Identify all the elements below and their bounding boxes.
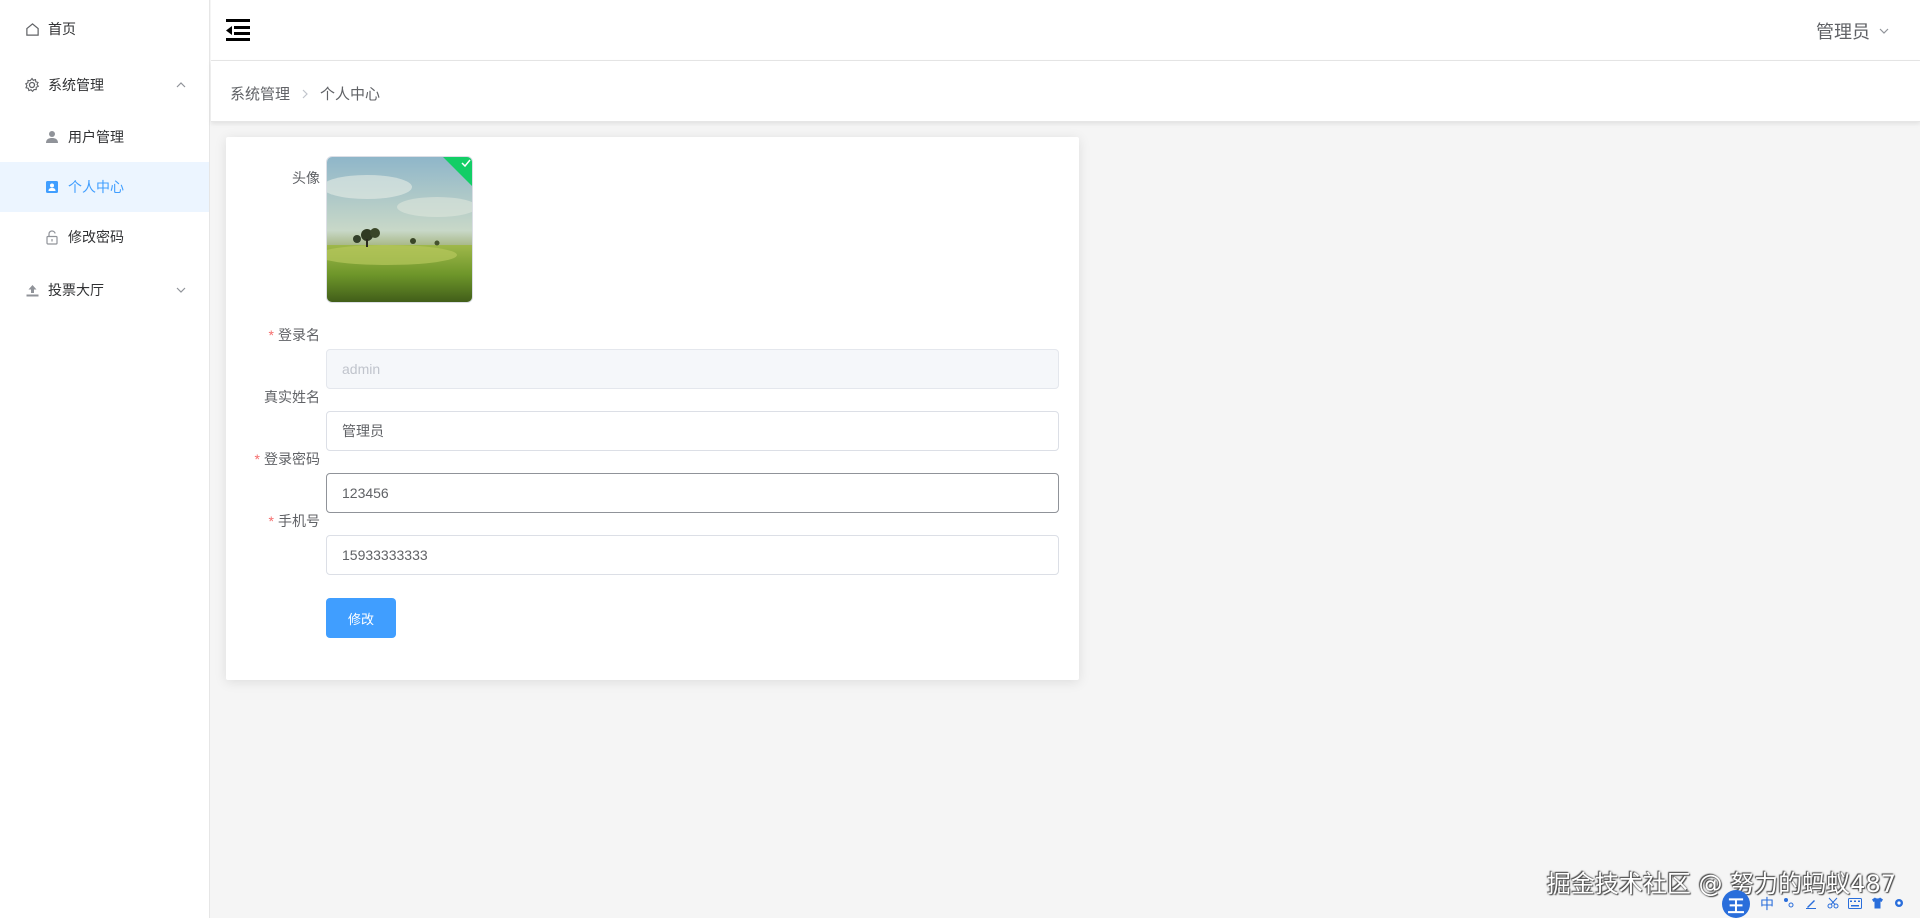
password-label-text: 登录密码 (264, 451, 320, 467)
menu-collapse-icon[interactable] (224, 17, 252, 43)
avatar-uploader[interactable] (326, 156, 473, 303)
sidebar-item-label: 系统管理 (48, 77, 104, 93)
sidebar-item-label: 投票大厅 (48, 282, 104, 298)
avatar-label: 头像 (200, 168, 320, 188)
sidebar: 首页 系统管理 用户管理 个人中心 修改密码 投票大厅 (0, 0, 210, 918)
real-name-input[interactable] (326, 411, 1059, 451)
check-icon (461, 159, 471, 168)
upload-icon (24, 282, 40, 298)
phone-label: * 手机号 (200, 511, 320, 531)
sidebar-item-label: 用户管理 (68, 129, 124, 145)
user-dropdown[interactable]: 管理员 (1816, 18, 1890, 44)
unlock-icon (44, 229, 60, 245)
chevron-down-icon (176, 287, 186, 293)
user-icon (44, 129, 60, 145)
required-mark: * (254, 451, 260, 467)
settings-icon[interactable] (1888, 896, 1910, 912)
login-name-label-text: 登录名 (278, 327, 320, 343)
real-name-label: 真实姓名 (200, 387, 320, 407)
required-mark: * (268, 327, 274, 343)
profile-card: 头像 * 登录名 admin 真实姓名 管理员 * 登录密码 123456 * … (226, 137, 1079, 680)
ime-logo[interactable]: 王 (1722, 890, 1750, 918)
login-name-input (326, 349, 1059, 389)
password-input[interactable] (326, 473, 1059, 513)
punctuation-icon[interactable] (1778, 896, 1800, 912)
sidebar-item-users[interactable]: 用户管理 (0, 112, 209, 162)
sidebar-item-profile[interactable]: 个人中心 (0, 162, 209, 212)
real-name-label-text: 真实姓名 (264, 389, 320, 405)
shirt-icon[interactable] (1866, 896, 1888, 912)
breadcrumb: 系统管理 个人中心 (230, 83, 380, 104)
avatar-label-text: 头像 (292, 170, 320, 186)
breadcrumb-parent[interactable]: 系统管理 (230, 83, 290, 104)
sidebar-item-label: 个人中心 (68, 179, 124, 195)
chevron-up-icon (176, 82, 186, 88)
sidebar-item-system[interactable]: 系统管理 (0, 60, 209, 110)
sidebar-item-label: 修改密码 (68, 229, 124, 245)
avatar-image (327, 157, 472, 302)
password-label: * 登录密码 (200, 449, 320, 469)
breadcrumb-current: 个人中心 (320, 86, 381, 103)
breadcrumb-bar: 系统管理 个人中心 (211, 61, 1920, 122)
sidebar-item-voting-hall[interactable]: 投票大厅 (0, 265, 209, 315)
home-icon (24, 21, 40, 37)
gear-icon (24, 77, 40, 93)
chevron-down-icon (1879, 28, 1889, 34)
sidebar-item-label: 首页 (48, 21, 76, 37)
sidebar-item-home[interactable]: 首页 (0, 4, 209, 54)
phone-input[interactable] (326, 535, 1059, 575)
ime-mode-toggle[interactable]: 中 (1756, 894, 1778, 914)
pen-icon[interactable] (1800, 896, 1822, 912)
user-card-icon (44, 179, 60, 195)
chevron-right-icon (300, 88, 310, 100)
login-name-label: * 登录名 (200, 325, 320, 345)
top-header: 管理员 (211, 0, 1920, 61)
required-mark: * (268, 513, 274, 529)
ime-toolbar: 王 中 (1722, 890, 1920, 918)
modify-button[interactable]: 修改 (326, 598, 396, 638)
scissors-icon[interactable] (1822, 896, 1844, 912)
keyboard-icon[interactable] (1844, 896, 1866, 912)
phone-label-text: 手机号 (278, 513, 320, 529)
user-name: 管理员 (1816, 22, 1870, 42)
sidebar-item-change-password[interactable]: 修改密码 (0, 212, 209, 262)
